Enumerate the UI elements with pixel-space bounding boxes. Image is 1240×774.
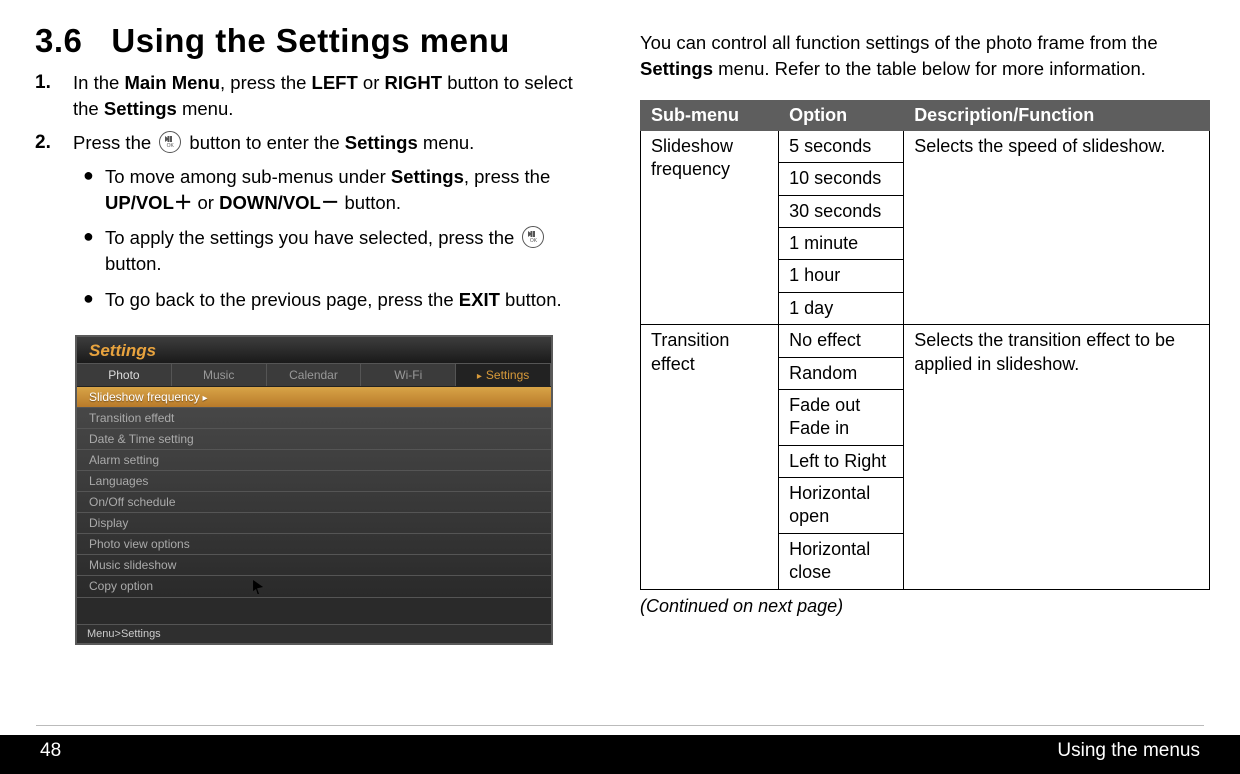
- section-heading: 3.6 Using the Settings menu: [35, 22, 600, 60]
- screenshot-row: Music slideshow: [77, 555, 551, 576]
- page-footer: 48 Using the menus: [0, 728, 1240, 774]
- table-option: Left to Right: [779, 445, 904, 477]
- footer-section: Using the menus: [1057, 740, 1200, 762]
- step-1: 1. In the Main Menu, press the LEFT or R…: [35, 70, 600, 122]
- screenshot-row: Transition effedt: [77, 408, 551, 429]
- screenshot-row: On/Off schedule: [77, 492, 551, 513]
- page-number: 48: [40, 740, 61, 762]
- table-option: Random: [779, 357, 904, 389]
- bullet-3: ●To go back to the previous page, press …: [83, 287, 600, 313]
- table-option: Fade out Fade in: [779, 389, 904, 445]
- screenshot-row: Copy option: [77, 576, 551, 598]
- table-option: Horizontal open: [779, 478, 904, 534]
- table-header: Sub-menu: [641, 100, 779, 130]
- screenshot-row: Photo view options: [77, 534, 551, 555]
- screenshot-tab: Calendar: [267, 364, 362, 386]
- screenshot-row: Alarm setting: [77, 450, 551, 471]
- table-option: 30 seconds: [779, 195, 904, 227]
- table-option: No effect: [779, 325, 904, 357]
- bullet-2: ●To apply the settings you have selected…: [83, 225, 600, 277]
- settings-screenshot: Settings Photo Music Calendar Wi-Fi Sett…: [75, 335, 553, 645]
- screenshot-row-highlighted: Slideshow frequency: [77, 387, 551, 408]
- play-pause-ok-icon: OK: [159, 131, 181, 153]
- screenshot-row: Display: [77, 513, 551, 534]
- table-header: Option: [779, 100, 904, 130]
- settings-table: Sub-menu Option Description/Function Sli…: [640, 100, 1210, 590]
- bullet-1: ●To move among sub-menus under Settings,…: [83, 164, 600, 216]
- table-submenu: Transition effect: [641, 325, 779, 590]
- screenshot-breadcrumb: Menu>Settings: [77, 624, 551, 643]
- screenshot-tab: Music: [172, 364, 267, 386]
- screenshot-tab: Photo: [77, 364, 172, 386]
- screenshot-row: Date & Time setting: [77, 429, 551, 450]
- step-2: 2. Press the OK button to enter the Sett…: [35, 130, 600, 323]
- intro-paragraph: You can control all function settings of…: [640, 30, 1210, 82]
- table-desc: Selects the transition effect to be appl…: [904, 325, 1210, 590]
- table-desc: Selects the speed of slideshow.: [904, 130, 1210, 324]
- table-option: Horizontal close: [779, 533, 904, 589]
- cursor-icon: [253, 580, 263, 594]
- table-submenu: Slideshow frequency: [641, 130, 779, 324]
- play-pause-ok-icon: OK: [522, 226, 544, 248]
- table-option: 10 seconds: [779, 163, 904, 195]
- table-option: 1 minute: [779, 227, 904, 259]
- table-header: Description/Function: [904, 100, 1210, 130]
- table-option: 1 day: [779, 292, 904, 324]
- screenshot-title: Settings: [89, 341, 156, 360]
- table-option: 5 seconds: [779, 130, 904, 162]
- continued-note: (Continued on next page): [640, 596, 1210, 617]
- screenshot-tab: Wi-Fi: [361, 364, 456, 386]
- table-option: 1 hour: [779, 260, 904, 292]
- screenshot-tab-selected: Settings: [456, 364, 551, 386]
- screenshot-row: Languages: [77, 471, 551, 492]
